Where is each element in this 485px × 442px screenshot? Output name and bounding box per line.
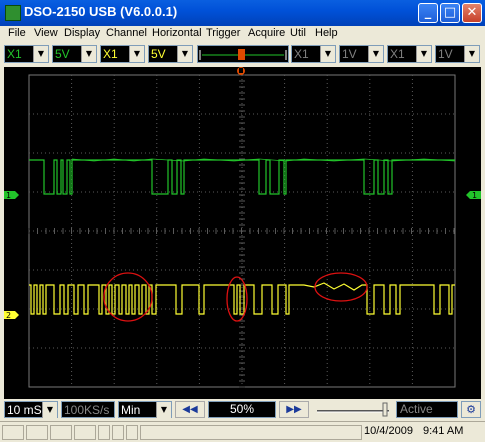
menu-util[interactable]: Util: [290, 27, 306, 39]
trigger-position-marker[interactable]: [237, 67, 245, 75]
menu-channel[interactable]: Channel: [106, 27, 147, 39]
minimize-button[interactable]: _: [418, 3, 438, 23]
status-panel-1: [2, 425, 24, 440]
scope-grid: [28, 74, 456, 388]
timebase-value: 10 mS: [7, 403, 42, 417]
chevron-down-icon: ▼: [320, 46, 335, 62]
ch3-voltdiv-value: 1V: [342, 47, 357, 61]
chevron-down-icon: ▼: [81, 46, 96, 62]
menu-horizontal[interactable]: Horizontal: [152, 27, 202, 39]
ch1-probe-select[interactable]: X1 ▼: [4, 45, 49, 63]
ch1-probe-value: X1: [7, 47, 22, 61]
trigger-level-marker[interactable]: 1: [466, 191, 481, 200]
status-panel-8: [140, 425, 362, 440]
status-panel-2: [26, 425, 48, 440]
ch2-marker-label: 2: [6, 311, 11, 320]
chevron-down-icon: ▼: [368, 46, 383, 62]
timebase-select[interactable]: 10 mS ▼: [4, 401, 58, 418]
chevron-down-icon: ▼: [156, 402, 171, 418]
slider-track: [317, 402, 389, 417]
channel-toolbar: X1 ▼ 5V ▼ X1 ▼ 5V ▼ X1 ▼ 1V ▼ X1 ▼ 1V ▼: [0, 43, 485, 65]
chevron-down-icon: ▼: [33, 46, 48, 62]
ch3-voltdiv-select[interactable]: 1V ▼: [339, 45, 384, 63]
ch4-probe-value: X1: [390, 47, 405, 61]
ch4-voltdiv-value: 1V: [438, 47, 453, 61]
trigger-level-label: 1: [472, 191, 477, 200]
scroll-right-button[interactable]: ▶▶: [279, 401, 309, 418]
trigger-slider-thumb[interactable]: [238, 49, 245, 60]
ch1-voltdiv-select[interactable]: 5V ▼: [52, 45, 97, 63]
acquisition-state-field: Active: [396, 401, 458, 418]
status-bar: 10/4/2009 9:41 AM: [0, 421, 485, 442]
status-panel-5: [98, 425, 110, 440]
ch4-probe-select[interactable]: X1 ▼: [387, 45, 432, 63]
arrow-left-icon: ◀◀: [182, 404, 198, 415]
window-title: DSO-2150 USB (V6.0.0.1): [24, 4, 178, 19]
trigger-slider-track: [199, 49, 287, 60]
ch2-level-marker[interactable]: 2: [4, 311, 19, 320]
chevron-down-icon: ▼: [416, 46, 431, 62]
settings-button[interactable]: ⚙: [461, 401, 481, 418]
status-panel-6: [112, 425, 124, 440]
ch1-voltdiv-value: 5V: [55, 47, 70, 61]
mode-select[interactable]: Min ▼: [118, 401, 172, 418]
scope-display[interactable]: 1 2 1: [4, 67, 481, 399]
scroll-left-button[interactable]: ◀◀: [175, 401, 205, 418]
ch2-voltdiv-select[interactable]: 5V ▼: [148, 45, 193, 63]
gear-icon: ⚙: [466, 403, 476, 416]
status-time: 9:41 AM: [423, 425, 464, 437]
menu-acquire[interactable]: Acquire: [248, 27, 285, 39]
slider-thumb[interactable]: [382, 402, 388, 417]
mode-value: Min: [121, 403, 141, 417]
status-panel-3: [50, 425, 72, 440]
trigger-position-slider[interactable]: [197, 45, 289, 63]
menu-view[interactable]: View: [34, 27, 58, 39]
ch1-marker-label: 1: [6, 191, 11, 200]
sample-rate-value: 100KS/s: [64, 403, 110, 417]
ch2-voltdiv-value: 5V: [151, 47, 166, 61]
menu-bar: File View Display Channel Horizontal Tri…: [0, 26, 485, 43]
ch1-level-marker[interactable]: 1: [4, 191, 19, 200]
status-date: 10/4/2009: [364, 425, 413, 437]
volume-slider[interactable]: [313, 401, 393, 418]
ch3-probe-value: X1: [294, 47, 309, 61]
menu-file[interactable]: File: [8, 27, 26, 39]
chevron-down-icon: ▼: [177, 46, 192, 62]
app-window: DSO-2150 USB (V6.0.0.1) _ □ ✕ File View …: [0, 0, 485, 442]
chevron-down-icon: ▼: [464, 46, 479, 62]
status-panel-4: [74, 425, 96, 440]
control-bar: 10 mS ▼ 100KS/s Min ▼ ◀◀ 50% ▶▶ Active ⚙: [0, 399, 485, 421]
menu-trigger[interactable]: Trigger: [206, 27, 240, 39]
menu-help[interactable]: Help: [315, 27, 338, 39]
waveform-canvas: 1 2 1: [4, 67, 481, 388]
ch4-voltdiv-select[interactable]: 1V ▼: [435, 45, 480, 63]
close-button[interactable]: ✕: [462, 3, 482, 23]
menu-display[interactable]: Display: [64, 27, 100, 39]
arrow-right-icon: ▶▶: [286, 404, 302, 415]
chevron-down-icon: ▼: [129, 46, 144, 62]
ch2-probe-value: X1: [103, 47, 118, 61]
sample-rate-select[interactable]: 100KS/s: [61, 401, 115, 418]
maximize-button[interactable]: □: [440, 3, 460, 23]
ch3-probe-select[interactable]: X1 ▼: [291, 45, 336, 63]
app-icon: [5, 5, 21, 21]
chevron-down-icon: ▼: [42, 402, 57, 418]
status-panel-7: [126, 425, 138, 440]
horizontal-position-field[interactable]: 50%: [208, 401, 276, 418]
ch2-probe-select[interactable]: X1 ▼: [100, 45, 145, 63]
title-bar[interactable]: DSO-2150 USB (V6.0.0.1) _ □ ✕: [0, 0, 485, 26]
